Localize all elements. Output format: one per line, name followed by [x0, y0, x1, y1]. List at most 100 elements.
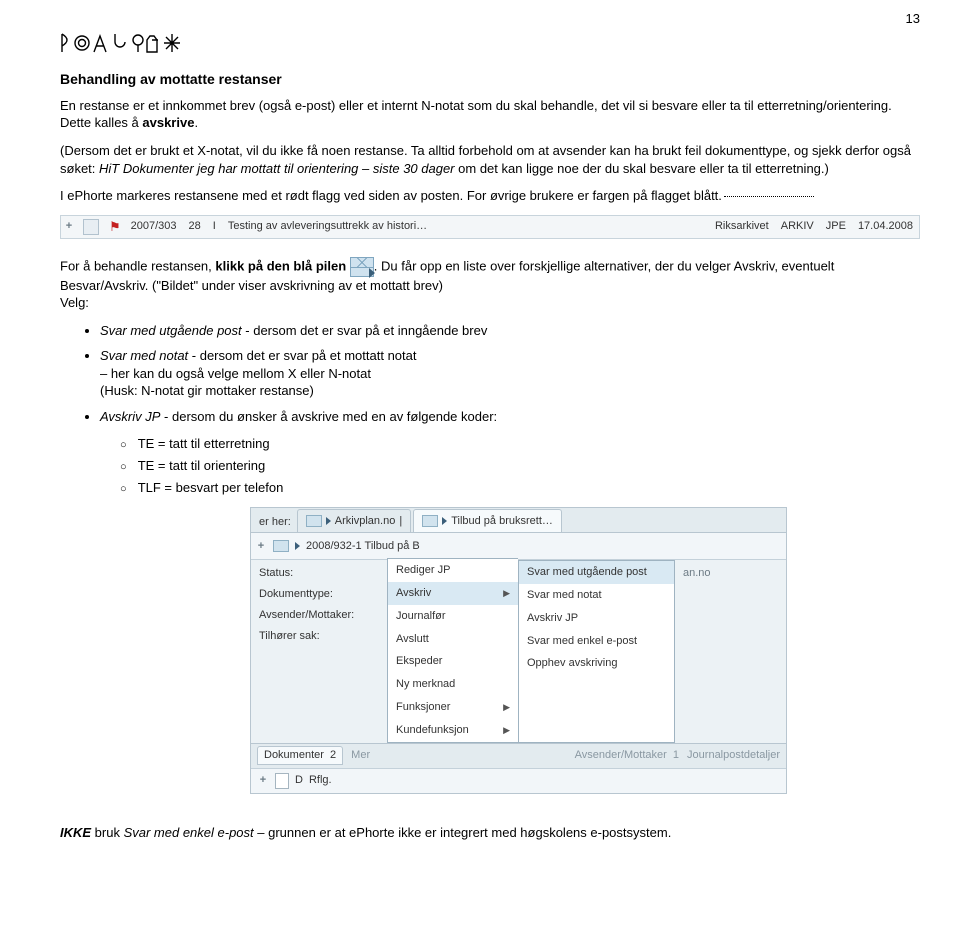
- submenu-avskriv-jp[interactable]: Avskriv JP: [519, 607, 674, 630]
- para-4-velg: Velg:: [60, 295, 89, 310]
- heading: Behandling av mottatte restanser: [60, 70, 920, 89]
- para-4-a: For å behandle restansen,: [60, 258, 215, 273]
- row-dato: 17.04.2008: [852, 219, 919, 234]
- submenu: Svar med utgående post Svar med notat Av…: [518, 560, 675, 743]
- code-item: TE = tatt til orientering: [120, 457, 920, 475]
- chevron-right-icon: [295, 542, 300, 550]
- leader-line: [724, 196, 814, 197]
- submenu-svar-epost[interactable]: Svar med enkel e-post: [519, 630, 674, 653]
- code-list: TE = tatt til etterretning TE = tatt til…: [120, 435, 920, 497]
- tab-avsender[interactable]: Avsender/Mottaker 1: [575, 748, 679, 763]
- list-row[interactable]: + ⚑ 2007/303 28 I Testing av avleverings…: [60, 215, 920, 239]
- tab-mer[interactable]: Mer: [351, 748, 370, 763]
- menu-item-merknad[interactable]: Ny merknad: [388, 673, 518, 696]
- list-item: Avskriv JP - dersom du ønsker å avskrive…: [100, 408, 920, 426]
- tab-bar: er her: Arkivplan.no | Tilbud på bruksre…: [251, 508, 786, 533]
- menu-item-label: Avskriv: [396, 586, 431, 601]
- code-item: TLF = besvart per telefon: [120, 479, 920, 497]
- row-mottaker: Riksarkivet: [709, 219, 775, 234]
- bullet-label: Svar med utgående post: [100, 323, 242, 338]
- submenu-svar-notat[interactable]: Svar med notat: [519, 584, 674, 607]
- list-item: Svar med utgående post - dersom det er s…: [100, 322, 920, 340]
- menu-item-journalfor[interactable]: Journalfør: [388, 605, 518, 628]
- menu-item-kundefunksjon[interactable]: Kundefunksjon▶: [388, 719, 518, 742]
- chevron-right-icon: ▶: [503, 587, 510, 599]
- tab-dokumenter[interactable]: Dokumenter 2: [257, 746, 343, 765]
- tab-arkivplan[interactable]: Arkivplan.no |: [297, 509, 411, 532]
- tab-label: Tilbud på bruksrett…: [451, 514, 553, 529]
- chevron-right-icon: [326, 517, 331, 525]
- left-label: Avsender/Mottaker:: [259, 608, 379, 623]
- col2: 28: [183, 219, 207, 234]
- docrow-right-text: an.no: [683, 566, 778, 581]
- tab-count: 2: [330, 749, 336, 761]
- envelope-icon: [273, 540, 289, 552]
- menu-item-label: Funksjoner: [396, 700, 450, 715]
- final-c: – grunnen er at ePhorte ikke er integrer…: [254, 825, 672, 840]
- document-row[interactable]: + 2008/932-1 Tilbud på B: [251, 533, 786, 560]
- tab-journalpost[interactable]: Journalpostdetaljer: [687, 748, 780, 763]
- para-3-text: I ePhorte markeres restansene med et rød…: [60, 188, 722, 203]
- submenu-svar-utgaende[interactable]: Svar med utgående post: [519, 561, 674, 584]
- para-1: En restanse er et innkommet brev (også e…: [60, 97, 920, 132]
- submenu-opphev[interactable]: Opphev avskriving: [519, 652, 674, 675]
- tiny-row[interactable]: + D Rflg.: [251, 768, 786, 793]
- tab-label: Dokumenter: [264, 749, 324, 761]
- envelope-arrow-icon[interactable]: [350, 257, 374, 277]
- final-bold: IKKE: [60, 825, 91, 840]
- tiny-rflg: Rflg.: [309, 773, 332, 788]
- final-note: IKKE bruk Svar med enkel e-post – grunne…: [60, 824, 920, 842]
- para-1-bold: avskrive: [142, 115, 194, 130]
- bullet-sub2: (Husk: N-notat gir mottaker restanse): [100, 383, 314, 398]
- menu-item-rediger[interactable]: Rediger JP: [388, 559, 518, 582]
- left-label: Tilhører sak:: [259, 629, 379, 644]
- app-window: er her: Arkivplan.no | Tilbud på bruksre…: [250, 507, 787, 794]
- right-panel: an.no: [675, 560, 786, 743]
- flag-icon: ⚑: [105, 218, 125, 236]
- envelope-icon: [306, 515, 322, 527]
- breadcrumb-label: er her:: [255, 513, 295, 532]
- tab-count: 1: [673, 749, 679, 761]
- document-icon: [275, 773, 289, 789]
- menu-item-avslutt[interactable]: Avslutt: [388, 628, 518, 651]
- para-4: For å behandle restansen, klikk på den b…: [60, 257, 920, 312]
- expander-icon[interactable]: +: [257, 773, 269, 788]
- bullet-list: Svar med utgående post - dersom det er s…: [100, 322, 920, 426]
- menu-item-funksjoner[interactable]: Funksjoner ▶: [388, 696, 518, 719]
- menu-item-ekspeder[interactable]: Ekspeder: [388, 650, 518, 673]
- final-italic: Svar med enkel e-post: [124, 825, 254, 840]
- bullet-text: - dersom det er svar på et mottatt notat: [188, 348, 416, 363]
- context-menu: Rediger JP Avskriv ▶ Journalfør Avslutt E…: [387, 558, 518, 743]
- bullet-text: - dersom det er svar på et inngående bre…: [242, 323, 488, 338]
- document-icon: [83, 219, 99, 235]
- menu-item-avskriv[interactable]: Avskriv ▶: [388, 582, 518, 605]
- tab-tilbud[interactable]: Tilbud på bruksrett…: [413, 509, 562, 532]
- bullet-label: Avskriv JP: [100, 409, 160, 424]
- final-b: bruk: [91, 825, 124, 840]
- chevron-right-icon: ▶: [503, 701, 510, 713]
- header-glyphs: [60, 30, 920, 56]
- tiny-d: D: [295, 773, 303, 788]
- code-item: TE = tatt til etterretning: [120, 435, 920, 453]
- chevron-right-icon: ▶: [503, 724, 510, 736]
- para-2-italic: HiT Dokumenter jeg har mottatt til orien…: [99, 161, 455, 176]
- columns: Status: Dokumenttype: Avsender/Mottaker:…: [251, 560, 786, 743]
- para-2-b: om det kan ligge noe der du skal besvare…: [455, 161, 829, 176]
- expander-icon[interactable]: +: [61, 219, 77, 234]
- page-number: 13: [906, 10, 920, 28]
- bottom-tabs: Dokumenter 2 Mer Avsender/Mottaker 1 Jou…: [251, 743, 786, 768]
- bullet-text: - dersom du ønsker å avskrive med en av …: [160, 409, 497, 424]
- tab-label: Avsender/Mottaker: [575, 749, 667, 761]
- tab-separator: |: [399, 514, 402, 529]
- para-1-b: .: [194, 115, 198, 130]
- row-title: Testing av avleveringsuttrekk av histori…: [222, 219, 709, 234]
- list-item: Svar med notat - dersom det er svar på e…: [100, 347, 920, 400]
- para-3: I ePhorte markeres restansene med et rød…: [60, 187, 920, 205]
- bullet-label: Svar med notat: [100, 348, 188, 363]
- left-label: Status:: [259, 566, 379, 581]
- expander-icon[interactable]: +: [255, 539, 267, 554]
- bullet-sub1: – her kan du også velge mellom X eller N…: [100, 366, 371, 381]
- row-init: JPE: [820, 219, 852, 234]
- saknr: 2007/303: [125, 219, 183, 234]
- docrow-title: 2008/932-1 Tilbud på B: [306, 539, 782, 554]
